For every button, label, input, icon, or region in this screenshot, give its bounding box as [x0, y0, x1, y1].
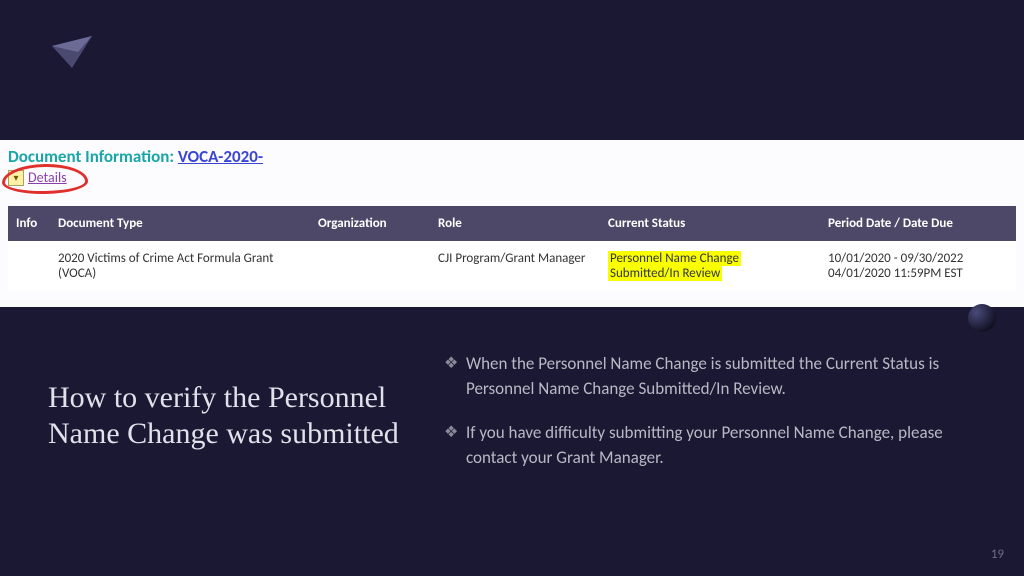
- cell-organization: [310, 241, 430, 291]
- dropdown-toggle-icon[interactable]: ▾: [8, 170, 24, 186]
- col-header-organization: Organization: [310, 206, 430, 241]
- document-information-line: Document Information: VOCA-2020-: [8, 146, 1016, 167]
- details-link[interactable]: Details: [28, 169, 67, 186]
- cell-role: CJI Program/Grant Manager: [430, 241, 600, 291]
- cell-period-date: 10/01/2020 - 09/30/2022 04/01/2020 11:59…: [820, 241, 1016, 291]
- page-number: 19: [991, 547, 1004, 562]
- bullet-list: When the Personnel Name Change is submit…: [444, 352, 984, 491]
- col-header-current-status: Current Status: [600, 206, 820, 241]
- app-screenshot-panel: Document Information: VOCA-2020- ▾ Detai…: [0, 140, 1024, 307]
- date-line2: 04/01/2020 11:59PM EST: [828, 266, 963, 281]
- doc-info-link[interactable]: VOCA-2020-: [178, 146, 263, 167]
- col-header-period-date: Period Date / Date Due: [820, 206, 1016, 241]
- status-highlight-line2: Submitted/In Review: [608, 266, 722, 281]
- doc-info-label: Document Information:: [8, 146, 174, 167]
- table-row[interactable]: 2020 Victims of Crime Act Formula Grant …: [8, 241, 1016, 291]
- table-header-row: Info Document Type Organization Role Cur…: [8, 206, 1016, 241]
- date-line1: 10/01/2020 - 09/30/2022: [828, 251, 963, 266]
- slide-title: How to verify the Personnel Name Change …: [48, 380, 408, 452]
- document-table: Info Document Type Organization Role Cur…: [8, 206, 1016, 291]
- bullet-item-2: If you have difficulty submitting your P…: [444, 421, 984, 470]
- bullet-item-1: When the Personnel Name Change is submit…: [444, 352, 984, 401]
- col-header-role: Role: [430, 206, 600, 241]
- status-highlight-line1: Personnel Name Change: [608, 251, 741, 266]
- col-header-doc-type: Document Type: [50, 206, 310, 241]
- decorative-sphere-icon: [968, 304, 996, 332]
- details-row: ▾ Details: [8, 169, 1016, 186]
- cell-current-status: Personnel Name Change Submitted/In Revie…: [600, 241, 820, 291]
- cone-logo-icon: [48, 28, 96, 76]
- cell-doc-type: 2020 Victims of Crime Act Formula Grant …: [50, 241, 310, 291]
- col-header-info: Info: [8, 206, 50, 241]
- cell-info: [8, 241, 50, 291]
